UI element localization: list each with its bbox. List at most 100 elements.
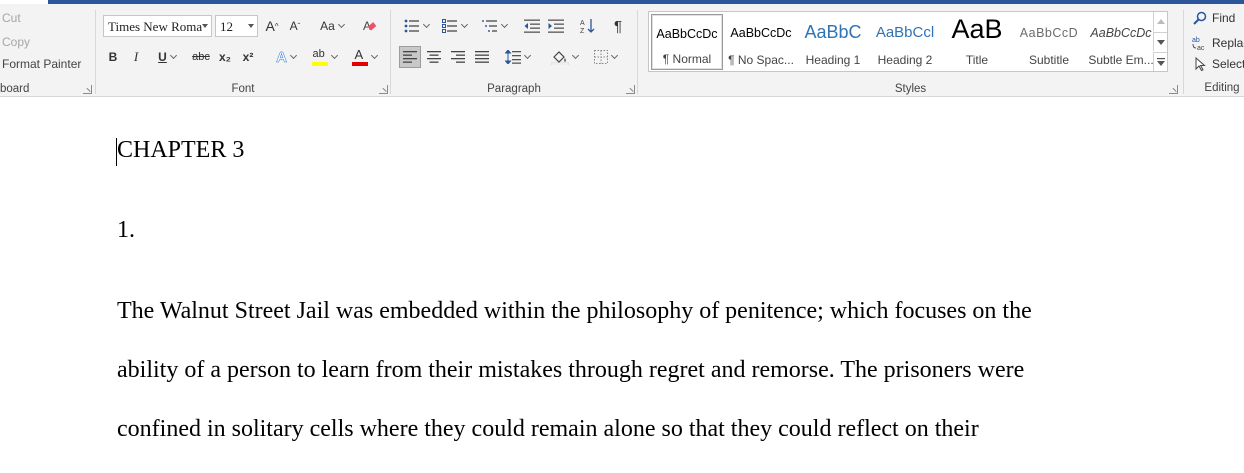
format-painter-button[interactable]: Format Painter (2, 57, 81, 71)
clipboard-group: Cut Copy Format Painter board (0, 4, 95, 97)
show-hide-marks-button[interactable]: ¶ (608, 15, 628, 37)
change-case-button[interactable]: Aa (316, 15, 348, 37)
font-size-value: 12 (220, 19, 233, 34)
numbering-button[interactable] (439, 15, 469, 37)
subscript-button[interactable]: x₂ (216, 46, 234, 68)
copy-button[interactable]: Copy (2, 35, 30, 49)
style-title[interactable]: AaB Title (941, 14, 1013, 70)
align-center-icon (427, 51, 441, 63)
clipboard-launcher-icon[interactable] (83, 85, 92, 94)
style-subtitle[interactable]: AaBbCcD Subtitle (1013, 14, 1085, 70)
gallery-scroll-down[interactable] (1153, 32, 1167, 51)
italic-button[interactable]: I (127, 46, 145, 68)
shading-button[interactable] (546, 46, 582, 68)
align-right-button[interactable] (448, 46, 468, 68)
font-color-icon: A (351, 47, 368, 66)
body-line[interactable]: confined in solitary cells where they co… (117, 416, 979, 443)
list-number[interactable]: 1. (117, 217, 135, 244)
svg-text:ac: ac (1197, 45, 1205, 51)
justify-icon (475, 51, 489, 63)
shrink-font-icon: A (289, 19, 298, 33)
multilevel-list-icon (481, 20, 497, 32)
style-name: ¶ Normal (662, 52, 712, 66)
styles-group-label: Styles (894, 83, 927, 95)
highlight-color-button[interactable]: ab (306, 46, 342, 68)
editing-group-label: Editing (1204, 82, 1240, 94)
svg-text:A: A (580, 20, 585, 27)
chevron-down-icon (1156, 39, 1165, 45)
bullet-list-icon (404, 19, 419, 33)
gallery-scroll-up[interactable] (1153, 12, 1167, 31)
line-spacing-button[interactable] (501, 46, 533, 68)
select-label: Select (1212, 57, 1244, 71)
styles-launcher-icon[interactable] (1169, 85, 1178, 94)
shrink-font-button[interactable]: Aˇ (287, 15, 303, 37)
chevron-down-icon (460, 20, 468, 29)
bullets-button[interactable] (401, 15, 431, 37)
select-button[interactable]: Select (1192, 57, 1244, 71)
eraser-icon: A (363, 19, 377, 33)
font-color-button[interactable]: A (346, 46, 382, 68)
increase-indent-button[interactable] (546, 15, 566, 37)
svg-text:ab: ab (1192, 37, 1200, 44)
style-name: Heading 1 (805, 53, 861, 67)
align-left-icon (403, 51, 417, 63)
borders-button[interactable] (587, 46, 623, 68)
body-line[interactable]: ability of a person to learn from their … (117, 357, 1024, 384)
paint-bucket-icon (550, 51, 569, 65)
grow-font-icon: A (265, 18, 275, 34)
text-effects-button[interactable]: A (270, 46, 302, 68)
style-name: Subtle Em... (1088, 53, 1154, 67)
multilevel-list-button[interactable] (479, 15, 509, 37)
style-sample: AaBbCcDc (1090, 26, 1152, 40)
decrease-indent-button[interactable] (522, 15, 542, 37)
paragraph-group: AZ ¶ Paragraph (391, 4, 637, 97)
style-heading-1[interactable]: AaBbC Heading 1 (797, 14, 869, 70)
document-page[interactable]: CHAPTER 3 1. The Walnut Street Jail was … (0, 98, 1244, 473)
font-launcher-icon[interactable] (379, 85, 388, 94)
chapter-heading[interactable]: CHAPTER 3 (117, 137, 244, 164)
replace-icon: ab ac (1192, 35, 1208, 51)
clipboard-group-label: board (0, 83, 30, 95)
style-name: Subtitle (1028, 53, 1070, 67)
increase-indent-icon (548, 19, 564, 33)
superscript-button[interactable]: x² (239, 46, 257, 68)
gallery-more-button[interactable] (1153, 52, 1167, 71)
align-right-icon (451, 51, 465, 63)
font-group-label: Font (231, 83, 255, 95)
line-spacing-icon (504, 50, 521, 64)
chevron-down-icon (202, 24, 208, 28)
chevron-down-icon (169, 51, 177, 60)
style-sample: AaBbC (804, 22, 862, 42)
find-label: Find (1212, 11, 1236, 25)
chevron-down-icon (523, 51, 531, 60)
paragraph-group-label: Paragraph (487, 83, 541, 95)
underline-button[interactable]: U (151, 46, 183, 68)
grow-font-button[interactable]: A ^ (264, 15, 280, 37)
svg-text:Z: Z (580, 28, 585, 34)
paragraph-launcher-icon[interactable] (626, 85, 635, 94)
chevron-down-icon (571, 51, 579, 60)
align-center-button[interactable] (424, 46, 444, 68)
clear-formatting-button[interactable]: A (360, 15, 380, 37)
find-button[interactable]: Find (1192, 11, 1235, 25)
style-no-spacing[interactable]: AaBbCcDc ¶ No Spac... (725, 14, 797, 70)
font-family-select[interactable]: Times New Roma (103, 15, 212, 37)
align-left-button[interactable] (399, 46, 421, 68)
bold-button[interactable]: B (104, 46, 122, 68)
style-sample: AaBbCcDc (656, 27, 718, 41)
style-name: ¶ No Spac... (728, 53, 794, 67)
style-heading-2[interactable]: AaBbCcl Heading 2 (869, 14, 941, 70)
justify-button[interactable] (472, 46, 492, 68)
cut-button[interactable]: Cut (2, 11, 21, 25)
change-case-icon: Aa (320, 19, 335, 33)
font-color-glyph: A (354, 47, 364, 62)
style-subtle-emphasis[interactable]: AaBbCcDc Subtle Em... (1085, 14, 1157, 70)
font-size-select[interactable]: 12 (215, 15, 258, 37)
body-line[interactable]: The Walnut Street Jail was embedded with… (117, 298, 1032, 325)
style-normal[interactable]: AaBbCcDc ¶ Normal (651, 14, 723, 70)
sort-button[interactable]: AZ (578, 15, 598, 37)
chevron-down-icon (248, 24, 254, 28)
replace-button[interactable]: abac Replac (1192, 35, 1244, 51)
strikethrough-button[interactable]: abc (190, 46, 212, 68)
